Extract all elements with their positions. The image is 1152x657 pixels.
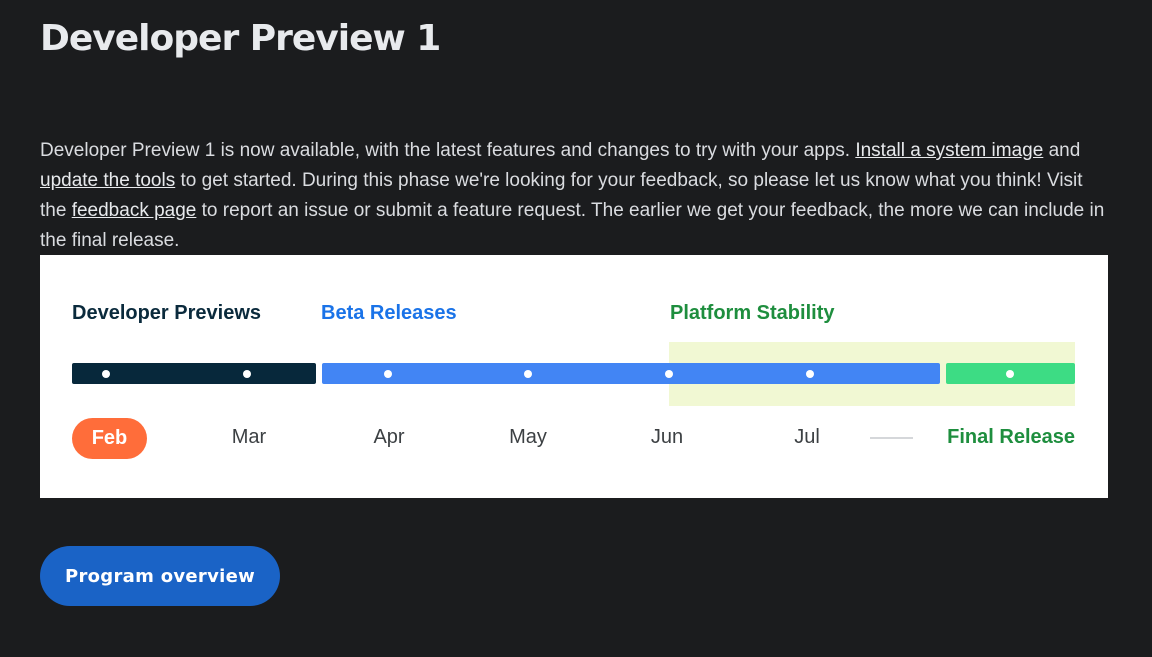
milestone-dot [1006,370,1014,378]
beta-releases-bar [322,363,940,384]
phase-label-developer-previews: Developer Previews [72,302,261,324]
page-title: Developer Preview 1 [40,18,441,59]
install-system-image-link[interactable]: Install a system image [855,140,1043,161]
phase-label-platform-stability: Platform Stability [670,302,835,324]
feedback-page-link[interactable]: feedback page [72,200,197,221]
intro-text: to report an issue or submit a feature r… [40,200,1105,251]
month-label: Jun [650,426,684,448]
final-release-label: Final Release [947,426,1075,448]
milestone-dot [243,370,251,378]
release-timeline: Developer Previews Beta Releases Platfor… [40,255,1108,498]
month-label: Mar [231,426,267,448]
update-tools-link[interactable]: update the tools [40,170,175,191]
program-overview-button[interactable]: Program overview [40,546,280,606]
intro-text: and [1043,140,1081,161]
intro-paragraph: Developer Preview 1 is now available, wi… [40,136,1106,256]
month-label: May [509,426,547,448]
timeline-dash [870,437,913,439]
current-month-badge: Feb [72,418,147,459]
month-label: Jul [794,426,820,448]
month-label: Apr [373,426,405,448]
milestone-dot [665,370,673,378]
phase-label-beta-releases: Beta Releases [321,302,457,324]
milestone-dot [524,370,532,378]
milestone-dot [384,370,392,378]
intro-text: Developer Preview 1 is now available, wi… [40,140,856,161]
milestone-dot [806,370,814,378]
milestone-dot [102,370,110,378]
